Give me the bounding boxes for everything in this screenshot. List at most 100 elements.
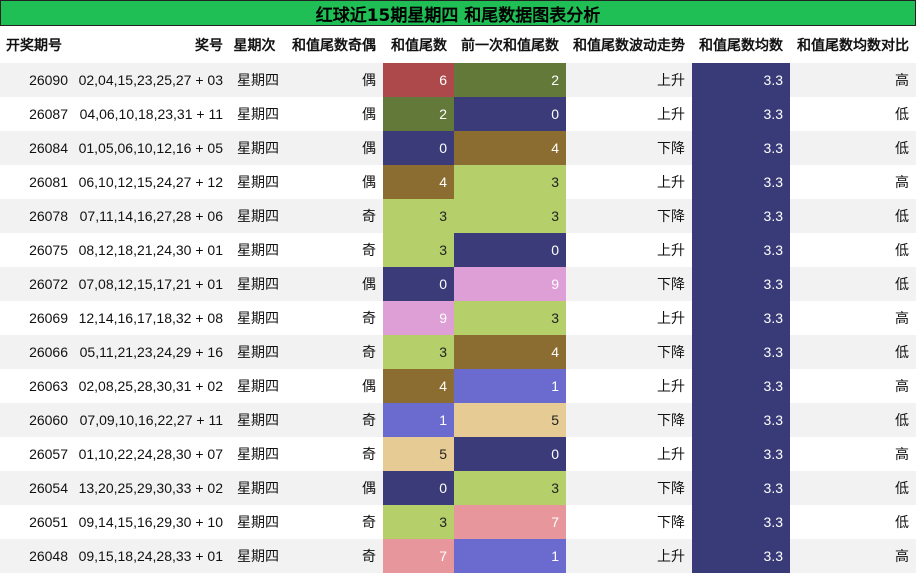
weekday-cell: 星期四 (230, 505, 286, 539)
parity-cell: 偶 (286, 63, 383, 97)
parity-cell: 奇 (286, 437, 383, 471)
avg-cell: 3.3 (692, 165, 790, 199)
prev-tail-cell: 9 (454, 267, 566, 301)
issue-cell: 26090 (0, 63, 75, 97)
weekday-cell: 星期四 (230, 233, 286, 267)
trend-cell: 下降 (566, 335, 692, 369)
parity-cell: 偶 (286, 471, 383, 505)
avg-cell: 3.3 (692, 335, 790, 369)
table-row: 26063 02,08,25,28,30,31 + 02 星期四偶 4 1 上升 3.3 高 (0, 369, 916, 403)
tail-cell: 0 (383, 267, 454, 301)
weekday-cell: 星期四 (230, 199, 286, 233)
prev-tail-cell: 1 (454, 539, 566, 573)
weekday-cell: 星期四 (230, 369, 286, 403)
page-title: 红球近15期星期四 和尾数据图表分析 (0, 0, 916, 26)
header-parity: 和值尾数奇偶 (292, 37, 376, 54)
numbers-cell: 04,06,10,18,23,31 + 11 (75, 97, 230, 131)
prev-tail-cell: 3 (454, 165, 566, 199)
numbers-cell: 06,10,12,15,24,27 + 12 (75, 165, 230, 199)
trend-cell: 上升 (566, 539, 692, 573)
avg-cell: 3.3 (692, 369, 790, 403)
numbers-cell: 02,04,15,23,25,27 + 03 (75, 63, 230, 97)
compare-cell: 高 (790, 369, 916, 403)
avg-cell: 3.3 (692, 437, 790, 471)
tail-cell: 1 (383, 403, 454, 437)
prev-tail-cell: 3 (454, 471, 566, 505)
prev-tail-cell: 0 (454, 437, 566, 471)
header-weekday: 星期次 (233, 37, 276, 54)
parity-cell: 奇 (286, 301, 383, 335)
issue-cell: 26048 (0, 539, 75, 573)
tail-cell: 6 (383, 63, 454, 97)
table-row: 26066 05,11,21,23,24,29 + 16 星期四奇 3 4 下降 3.3 低 (0, 335, 916, 369)
trend-cell: 下降 (566, 131, 692, 165)
header-compare: 和值尾数均数对比 (797, 37, 909, 54)
trend-cell: 上升 (566, 97, 692, 131)
tail-cell: 3 (383, 199, 454, 233)
issue-cell: 26063 (0, 369, 75, 403)
avg-cell: 3.3 (692, 403, 790, 437)
numbers-cell: 08,12,18,21,24,30 + 01 (75, 233, 230, 267)
prev-tail-cell: 3 (454, 301, 566, 335)
tail-cell: 3 (383, 233, 454, 267)
table-row: 26060 07,09,10,16,22,27 + 11 星期四奇 1 5 下降 3.3 低 (0, 403, 916, 437)
compare-cell: 高 (790, 301, 916, 335)
weekday-cell: 星期四 (230, 301, 286, 335)
data-table: 开奖期号 奖号 星期次 和值尾数奇偶 和值尾数 前一次和值尾数 和值尾数波动走势… (0, 26, 916, 573)
table-row: 26069 12,14,16,17,18,32 + 08 星期四奇 9 3 上升 3.3 高 (0, 301, 916, 335)
parity-cell: 偶 (286, 369, 383, 403)
parity-cell: 奇 (286, 199, 383, 233)
tail-cell: 0 (383, 131, 454, 165)
numbers-cell: 01,10,22,24,28,30 + 07 (75, 437, 230, 471)
prev-tail-cell: 0 (454, 233, 566, 267)
issue-cell: 26078 (0, 199, 75, 233)
parity-cell: 偶 (286, 97, 383, 131)
numbers-cell: 07,11,14,16,27,28 + 06 (75, 199, 230, 233)
prev-tail-cell: 4 (454, 131, 566, 165)
prev-tail-cell: 4 (454, 335, 566, 369)
tail-cell: 3 (383, 505, 454, 539)
numbers-cell: 09,14,15,16,29,30 + 10 (75, 505, 230, 539)
issue-cell: 26057 (0, 437, 75, 471)
table-row: 26048 09,15,18,24,28,33 + 01 星期四奇 7 1 上升 3.3 高 (0, 539, 916, 573)
compare-cell: 高 (790, 63, 916, 97)
numbers-cell: 05,11,21,23,24,29 + 16 (75, 335, 230, 369)
trend-cell: 上升 (566, 437, 692, 471)
weekday-cell: 星期四 (230, 539, 286, 573)
avg-cell: 3.3 (692, 97, 790, 131)
compare-cell: 低 (790, 335, 916, 369)
trend-cell: 上升 (566, 301, 692, 335)
avg-cell: 3.3 (692, 301, 790, 335)
table-row: 26057 01,10,22,24,28,30 + 07 星期四奇 5 0 上升 3.3 高 (0, 437, 916, 471)
avg-cell: 3.3 (692, 267, 790, 301)
table-row: 26087 04,06,10,18,23,31 + 11 星期四偶 2 0 上升 3.3 低 (0, 97, 916, 131)
table-row: 26084 01,05,06,10,12,16 + 05 星期四偶 0 4 下降 3.3 低 (0, 131, 916, 165)
parity-cell: 奇 (286, 233, 383, 267)
issue-cell: 26054 (0, 471, 75, 505)
trend-cell: 上升 (566, 369, 692, 403)
numbers-cell: 07,08,12,15,17,21 + 01 (75, 267, 230, 301)
avg-cell: 3.3 (692, 63, 790, 97)
weekday-cell: 星期四 (230, 335, 286, 369)
tail-cell: 0 (383, 471, 454, 505)
header-issue: 开奖期号 (6, 37, 62, 54)
prev-tail-cell: 3 (454, 199, 566, 233)
parity-cell: 奇 (286, 505, 383, 539)
compare-cell: 低 (790, 131, 916, 165)
compare-cell: 低 (790, 267, 916, 301)
issue-cell: 26081 (0, 165, 75, 199)
trend-cell: 下降 (566, 471, 692, 505)
weekday-cell: 星期四 (230, 165, 286, 199)
trend-cell: 下降 (566, 505, 692, 539)
tail-cell: 7 (383, 539, 454, 573)
numbers-cell: 01,05,06,10,12,16 + 05 (75, 131, 230, 165)
tail-cell: 9 (383, 301, 454, 335)
issue-cell: 26066 (0, 335, 75, 369)
table-header-row: 开奖期号 奖号 星期次 和值尾数奇偶 和值尾数 前一次和值尾数 和值尾数波动走势… (0, 26, 916, 63)
header-avg: 和值尾数均数 (699, 37, 783, 54)
trend-cell: 上升 (566, 233, 692, 267)
table-row: 26051 09,14,15,16,29,30 + 10 星期四奇 3 7 下降 3.3 低 (0, 505, 916, 539)
compare-cell: 高 (790, 165, 916, 199)
parity-cell: 奇 (286, 335, 383, 369)
issue-cell: 26072 (0, 267, 75, 301)
